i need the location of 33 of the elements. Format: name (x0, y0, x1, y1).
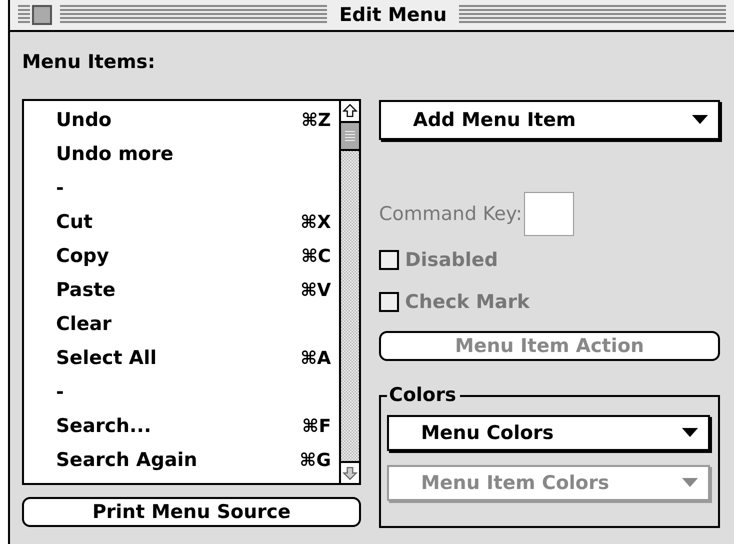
dropdown-arrow-icon (682, 478, 698, 488)
shortcut: ⌘Z (301, 110, 331, 130)
menu-item[interactable]: Undo (56, 109, 302, 131)
shortcut: ⌘X (300, 212, 331, 232)
close-box[interactable] (32, 5, 52, 25)
dropdown-arrow-icon (692, 115, 708, 125)
list-label: Menu Items: (22, 51, 156, 75)
colors-popup[interactable]: Menu Colors (387, 415, 710, 451)
command-key-label: Command Key: (379, 203, 522, 225)
scroll-thumb[interactable] (341, 121, 359, 151)
menu-item[interactable]: Clear (56, 313, 331, 335)
shortcut: ⌘G (300, 450, 331, 470)
menu-item[interactable]: Select All (56, 347, 300, 369)
menu-item[interactable]: Copy (56, 245, 302, 267)
shortcut: ⌘V (300, 280, 331, 300)
checkbox-label: Disabled (405, 249, 498, 271)
window-title: Edit Menu (338, 4, 448, 26)
shortcut: ⌘A (300, 348, 331, 368)
checkbox-label: Check Mark (405, 291, 530, 313)
menu-item[interactable]: Undo more (56, 143, 331, 165)
menu-item[interactable]: Cut (56, 211, 300, 233)
shortcut: ⌘F (302, 416, 331, 436)
menu-item[interactable]: - (56, 381, 331, 403)
dropdown-arrow-icon (682, 428, 698, 438)
title-bar-stripes (18, 5, 30, 25)
scroll-bar[interactable] (339, 101, 359, 483)
print-menu-source-button[interactable]: Print Menu Source (22, 497, 361, 527)
menu-item[interactable]: Search... (56, 415, 302, 437)
menu-item[interactable]: Paste (56, 279, 300, 301)
menu-item[interactable]: Search Again (56, 449, 300, 471)
shortcut: ⌘C (301, 246, 331, 266)
add-menu-item-popup[interactable]: Add Menu Item (379, 100, 720, 140)
menu-item[interactable]: - (56, 177, 331, 199)
